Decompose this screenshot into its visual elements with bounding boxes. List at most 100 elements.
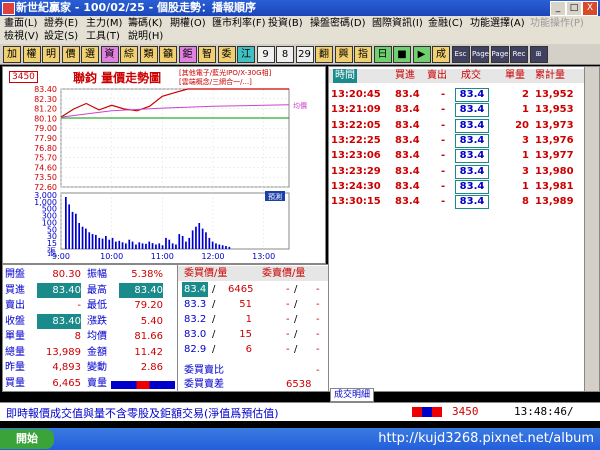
menu-trade-code[interactable]: 操盤密碼(D) bbox=[310, 17, 366, 30]
volume-bar bbox=[225, 246, 227, 249]
trade-buy: 83.4 bbox=[395, 104, 420, 116]
trade-scrollbar[interactable] bbox=[584, 66, 600, 392]
trade-row[interactable]: 13:22:25 83.4-83.4 3 13,976 bbox=[329, 133, 585, 148]
trade-row[interactable]: 13:22:05 83.4-83.4 20 13,973 bbox=[329, 118, 585, 133]
trade-head-buy[interactable]: 買進 bbox=[395, 69, 415, 83]
trade-row[interactable]: 13:23:06 83.4-83.4 1 13,977 bbox=[329, 148, 585, 164]
order-row[interactable]: 83.2/1- / - bbox=[178, 312, 329, 327]
status-indicator bbox=[412, 407, 442, 417]
volume-bar bbox=[88, 232, 91, 249]
toolbar-button-2[interactable]: 明 bbox=[42, 46, 60, 63]
trade-head-time[interactable]: 時間 bbox=[333, 69, 357, 83]
menu-function-select[interactable]: 功能選擇(A) bbox=[470, 17, 525, 30]
menu-screen[interactable]: 畫面(L) bbox=[4, 17, 37, 30]
toolbar-button-7[interactable]: 類 bbox=[139, 46, 158, 63]
start-button[interactable]: 開始 bbox=[0, 429, 54, 449]
volume-bar bbox=[195, 226, 197, 249]
order-row[interactable]: 83.4/6465- / - bbox=[178, 282, 329, 297]
tab-trade-detail[interactable]: 成交明細 bbox=[330, 388, 375, 402]
volume-bar bbox=[75, 213, 77, 249]
toolbar-button-16[interactable]: 翻 bbox=[315, 46, 333, 63]
toolbar-button-20[interactable]: ■ bbox=[393, 46, 411, 63]
toolbar-button-25[interactable]: Page bbox=[490, 46, 509, 63]
order-ask-price: - bbox=[286, 344, 290, 355]
forecast-badge: 預測 bbox=[268, 192, 282, 201]
volume-bar bbox=[138, 242, 141, 249]
toolbar-button-23[interactable]: Esc bbox=[451, 46, 470, 63]
quote-value: 13,989 bbox=[46, 346, 81, 358]
toolbar-button-0[interactable]: 加 bbox=[3, 46, 21, 63]
volume-bar bbox=[95, 234, 97, 249]
minimize-button[interactable]: _ bbox=[550, 1, 566, 16]
trade-time: 13:23:06 bbox=[331, 150, 381, 162]
menu-view[interactable]: 檢視(V) bbox=[4, 30, 39, 43]
order-row[interactable]: 82.9/6- / - bbox=[178, 342, 329, 357]
toolbar-button-6[interactable]: 綜 bbox=[120, 46, 138, 63]
volume-bar bbox=[228, 246, 231, 249]
trade-row[interactable]: 13:21:09 83.4-83.4 1 13,953 bbox=[329, 102, 585, 118]
toolbar-button-13[interactable]: 9 bbox=[256, 46, 275, 63]
trade-buy: 83.4 bbox=[395, 165, 420, 177]
trade-head-cum[interactable]: 累計量 bbox=[535, 69, 565, 83]
trade-head-qty[interactable]: 單量 bbox=[505, 69, 525, 83]
trade-deal: 83.4 bbox=[455, 164, 489, 179]
order-head-buy: 委買價/量 bbox=[184, 268, 228, 279]
toolbar-button-14[interactable]: 8 bbox=[276, 46, 294, 63]
menu-invest[interactable]: 投資(B) bbox=[268, 17, 303, 30]
menu-tools[interactable]: 工具(T) bbox=[86, 30, 120, 43]
volume-bar bbox=[155, 244, 157, 249]
toolbar-button-12[interactable]: 江 bbox=[237, 46, 255, 63]
quote-panel: 開盤 80.30 振幅 5.38% 買進 83.40 最高 83.40 賣出 - 最低 79.20 收盤… bbox=[2, 264, 178, 392]
volume-bar bbox=[185, 241, 187, 249]
menu-fx-rates[interactable]: 匯市利率(F) bbox=[212, 17, 266, 30]
menu-securities[interactable]: 證券(E) bbox=[44, 17, 78, 30]
toolbar-button-11[interactable]: 委 bbox=[217, 46, 236, 63]
toolbar-button-19[interactable]: 日 bbox=[373, 46, 392, 63]
toolbar-button-5[interactable]: 資 bbox=[100, 46, 119, 63]
toolbar-button-22[interactable]: 成 bbox=[432, 46, 450, 63]
trade-row[interactable]: 13:24:30 83.4-83.4 1 13,981 bbox=[329, 179, 585, 194]
quote-label: 均價 bbox=[87, 331, 107, 342]
menu-options[interactable]: 期權(O) bbox=[170, 17, 206, 30]
toolbar-button-10[interactable]: 智 bbox=[198, 46, 216, 63]
menu-help[interactable]: 說明(H) bbox=[128, 30, 163, 43]
toolbar-button-18[interactable]: 指 bbox=[354, 46, 372, 63]
trade-row[interactable]: 13:23:29 83.4-83.4 3 13,980 bbox=[329, 164, 585, 179]
maximize-button[interactable]: □ bbox=[566, 1, 582, 16]
order-row[interactable]: 83.0/15- / - bbox=[178, 327, 329, 342]
toolbar-button-24[interactable]: Page bbox=[471, 46, 489, 63]
menu-finance[interactable]: 金融(C) bbox=[428, 17, 463, 30]
menu-settings[interactable]: 設定(S) bbox=[44, 30, 78, 43]
toolbar-button-26[interactable]: Rec bbox=[510, 46, 528, 63]
menu-international[interactable]: 國際資訊(I) bbox=[372, 17, 423, 30]
price-tick-label: 79.00 bbox=[34, 124, 57, 133]
trade-header: 時間 買進 賣出 成交 單量 累計量 bbox=[329, 69, 585, 83]
toolbar-button-27[interactable]: ⊞ bbox=[529, 46, 548, 63]
trade-row[interactable]: 13:20:45 83.4-83.4 2 13,952 bbox=[329, 87, 585, 102]
quote-label: 買進 bbox=[5, 284, 25, 296]
toolbar-button-4[interactable]: 選 bbox=[81, 46, 99, 63]
toolbar-button-1[interactable]: 權 bbox=[22, 46, 41, 63]
toolbar-button-8[interactable]: 籲 bbox=[159, 46, 177, 63]
menu-function-op[interactable]: 功能操作(P) bbox=[530, 17, 584, 30]
close-button[interactable]: X bbox=[582, 1, 598, 16]
toolbar-button-3[interactable]: 價 bbox=[61, 46, 80, 63]
quote-value: 80.30 bbox=[52, 269, 81, 280]
order-ask-qty: - bbox=[316, 314, 320, 325]
trade-qty: 3 bbox=[522, 134, 529, 146]
toolbar-button-21[interactable]: ▶ bbox=[412, 46, 431, 63]
toolbar-button-9[interactable]: 鉅 bbox=[178, 46, 197, 63]
trade-sell: - bbox=[441, 134, 446, 146]
quote-value: 2.86 bbox=[140, 362, 163, 373]
order-ask-qty: - bbox=[316, 329, 320, 340]
trade-head-sell[interactable]: 賣出 bbox=[427, 69, 447, 83]
trade-head-deal[interactable]: 成交 bbox=[461, 69, 481, 83]
volume-bar bbox=[115, 241, 117, 249]
order-separator: / bbox=[212, 344, 216, 355]
toolbar-button-17[interactable]: 興 bbox=[334, 46, 353, 63]
trade-row[interactable]: 13:30:15 83.4-83.4 8 13,989 bbox=[329, 194, 585, 210]
menu-chips[interactable]: 籌碼(K) bbox=[128, 17, 162, 30]
menu-main-force[interactable]: 主力(M) bbox=[86, 17, 122, 30]
order-row[interactable]: 83.3/51- / - bbox=[178, 297, 329, 312]
toolbar-button-15[interactable]: 29 bbox=[295, 46, 314, 63]
